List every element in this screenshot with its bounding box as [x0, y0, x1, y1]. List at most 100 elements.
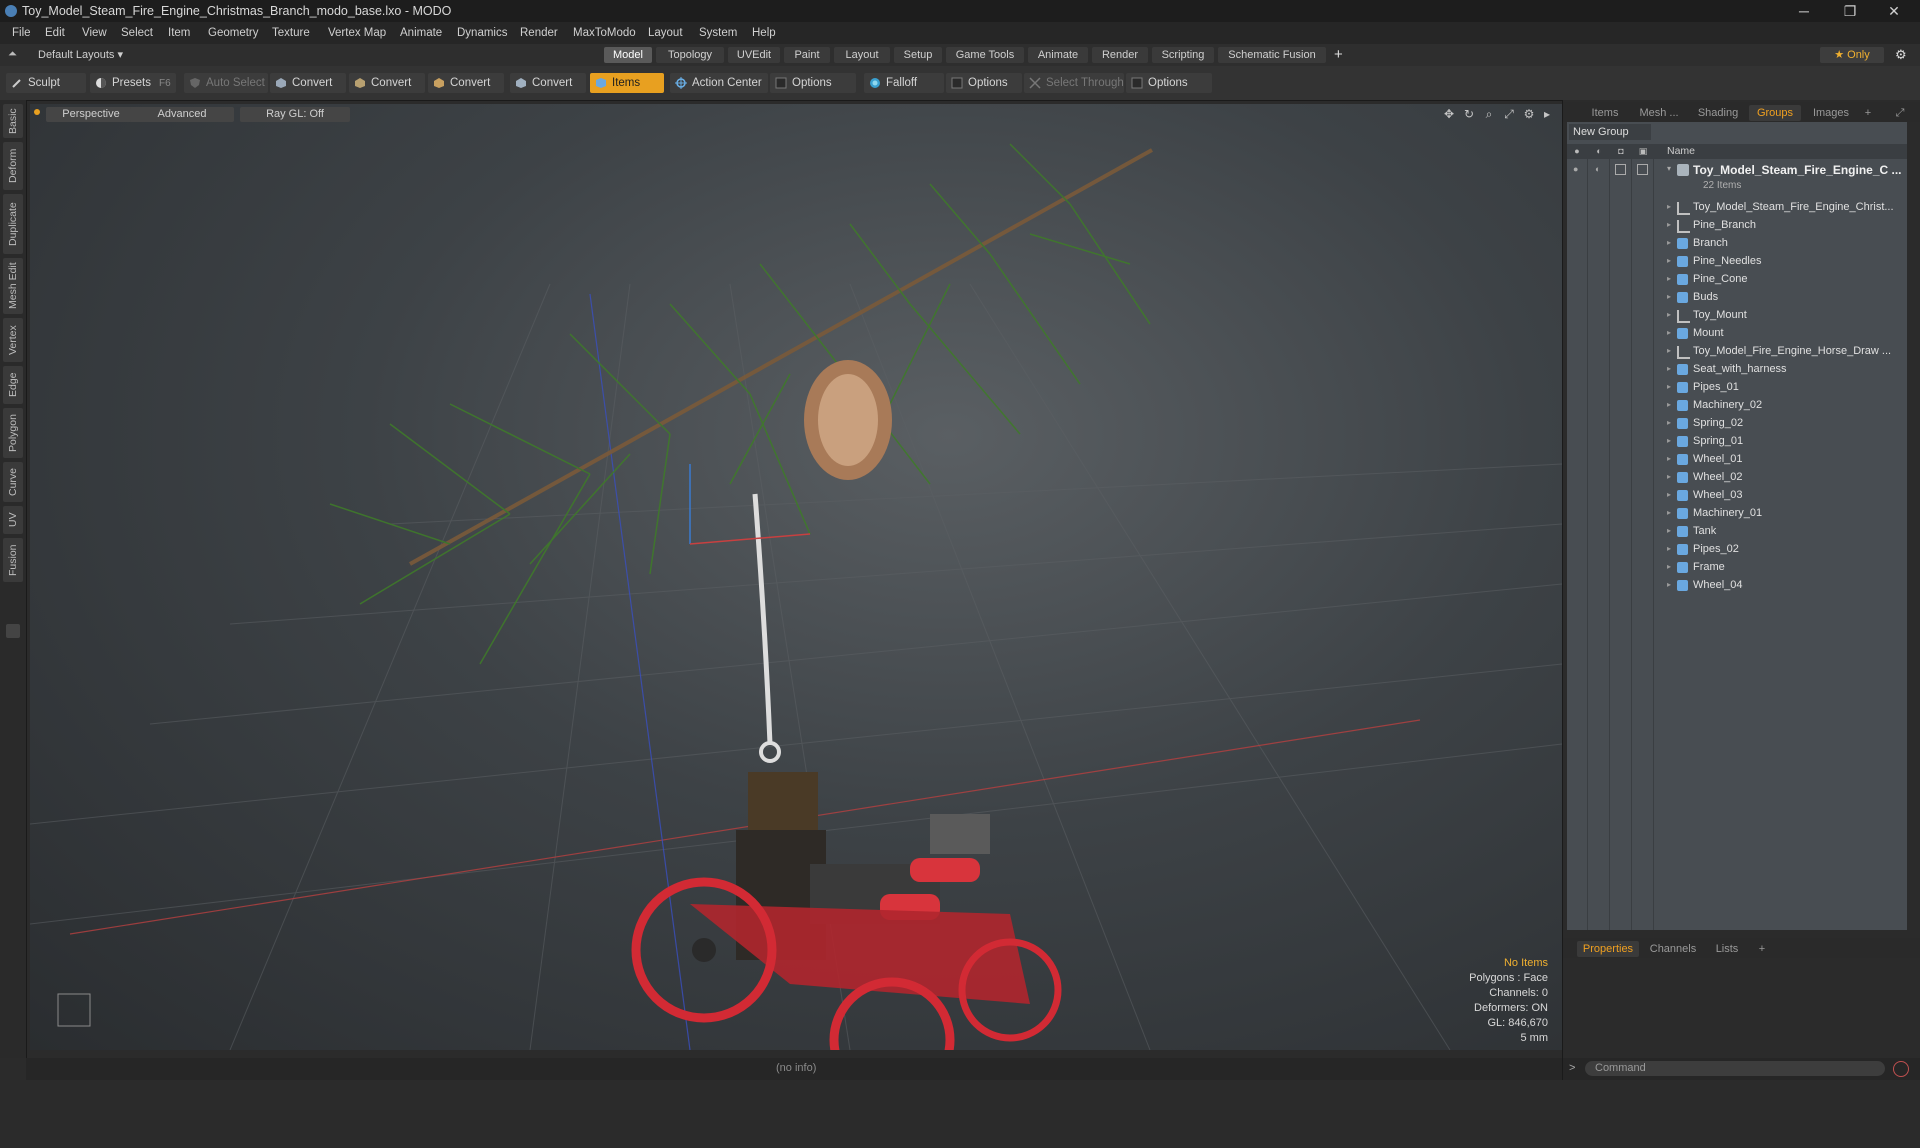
list-item[interactable]: ▸ Wheel_04: [1667, 576, 1903, 594]
tab-schematic-fusion[interactable]: Schematic Fusion: [1218, 47, 1326, 63]
pan-icon[interactable]: ✥: [1442, 107, 1456, 121]
panel-maximize-icon[interactable]: ⤢: [1893, 105, 1907, 121]
list-item[interactable]: ▸ Pipes_02: [1667, 540, 1903, 558]
tab-groups[interactable]: Groups: [1749, 105, 1801, 121]
layout-toggle-icon[interactable]: ⏶: [8, 48, 17, 61]
menu-geometry[interactable]: Geometry: [208, 27, 259, 39]
close-button[interactable]: ✕: [1874, 2, 1914, 20]
list-item[interactable]: ▸ Mount: [1667, 324, 1903, 342]
list-item[interactable]: ▸ Toy_Model_Steam_Fire_Engine_Christ...: [1667, 198, 1903, 216]
tab-layout[interactable]: Layout: [834, 47, 890, 63]
list-item[interactable]: ▸ Spring_02: [1667, 414, 1903, 432]
expand-arrow-icon[interactable]: ▸: [1667, 576, 1671, 594]
expand-arrow-icon[interactable]: ▸: [1667, 414, 1671, 432]
options-button-2[interactable]: Options: [946, 73, 1022, 93]
list-item[interactable]: ▸ Toy_Model_Fire_Engine_Horse_Draw ...: [1667, 342, 1903, 360]
tab-shading[interactable]: Shading: [1691, 105, 1745, 121]
zoom-icon[interactable]: ⌕: [1482, 107, 1496, 121]
only-toggle[interactable]: ★ Only: [1820, 47, 1884, 63]
raygl-toggle[interactable]: Ray GL: Off: [240, 107, 350, 122]
expand-arrow-icon[interactable]: ▸: [1667, 432, 1671, 450]
list-item[interactable]: ▸ Pine_Cone: [1667, 270, 1903, 288]
tab-scripting[interactable]: Scripting: [1152, 47, 1214, 63]
list-item[interactable]: ▸ Wheel_02: [1667, 468, 1903, 486]
list-item[interactable]: ▸ Buds: [1667, 288, 1903, 306]
tab-game-tools[interactable]: Game Tools: [946, 47, 1024, 63]
maximize-icon[interactable]: ⤢: [1502, 107, 1516, 121]
tab-render[interactable]: Render: [1092, 47, 1148, 63]
menu-texture[interactable]: Texture: [272, 27, 310, 39]
tab-curve[interactable]: Curve: [3, 462, 23, 502]
expand-arrow-icon[interactable]: ▸: [1667, 306, 1671, 324]
expand-arrow-icon[interactable]: ▸: [1667, 252, 1671, 270]
menu-render[interactable]: Render: [520, 27, 558, 39]
list-item[interactable]: ▸ Machinery_01: [1667, 504, 1903, 522]
expand-arrow-icon[interactable]: ▸: [1667, 468, 1671, 486]
expand-arrow-icon[interactable]: ▸: [1667, 198, 1671, 216]
expand-arrow-icon[interactable]: ▸: [1667, 378, 1671, 396]
expand-arrow-icon[interactable]: ▸: [1667, 360, 1671, 378]
tab-mesh-edit[interactable]: Mesh Edit: [3, 258, 23, 314]
menu-select[interactable]: Select: [121, 27, 153, 39]
tab-lists[interactable]: Lists: [1707, 941, 1747, 957]
group-select-checkbox[interactable]: [1637, 164, 1648, 175]
tab-animate[interactable]: Animate: [1028, 47, 1088, 63]
select-icon[interactable]: ▣: [1637, 146, 1649, 157]
perspective-dropdown[interactable]: Perspective: [46, 107, 136, 122]
menu-layout[interactable]: Layout: [648, 27, 683, 39]
tab-fusion[interactable]: Fusion: [3, 538, 23, 582]
tab-polygon[interactable]: Polygon: [3, 408, 23, 458]
list-item[interactable]: ▸ Frame: [1667, 558, 1903, 576]
visibility-icon[interactable]: ●: [1571, 146, 1583, 157]
convert-button-4[interactable]: Convert: [510, 73, 586, 93]
command-input[interactable]: Command: [1585, 1061, 1885, 1076]
menu-dynamics[interactable]: Dynamics: [457, 27, 507, 39]
action-center-button[interactable]: Action Center: [670, 73, 768, 93]
menu-animate[interactable]: Animate: [400, 27, 442, 39]
group-render-icon[interactable]: ◐: [1595, 164, 1600, 174]
expand-arrow-icon[interactable]: ▸: [1667, 216, 1671, 234]
list-item[interactable]: ▸ Machinery_02: [1667, 396, 1903, 414]
shading-dropdown[interactable]: Advanced: [130, 107, 234, 122]
viewport-gear-icon[interactable]: ⚙: [1522, 107, 1536, 121]
group-lock-checkbox[interactable]: [1615, 164, 1626, 175]
menu-item[interactable]: Item: [168, 27, 190, 39]
list-item[interactable]: ▸ Pipes_01: [1667, 378, 1903, 396]
minimize-button[interactable]: ─: [1784, 2, 1824, 20]
new-group-button[interactable]: New Group: [1569, 124, 1651, 140]
menu-vertex-map[interactable]: Vertex Map: [328, 27, 386, 39]
lock-icon[interactable]: ◘: [1615, 146, 1627, 157]
menu-edit[interactable]: Edit: [45, 27, 65, 39]
tab-topology[interactable]: Topology: [656, 47, 724, 63]
options-button-1[interactable]: Options: [770, 73, 856, 93]
menu-file[interactable]: File: [12, 27, 31, 39]
tab-duplicate[interactable]: Duplicate: [3, 194, 23, 254]
tab-uvedit[interactable]: UVEdit: [728, 47, 780, 63]
panel-toggle-button[interactable]: [6, 624, 20, 638]
expand-arrow-icon[interactable]: ▸: [1667, 504, 1671, 522]
render-icon[interactable]: ◐: [1593, 146, 1605, 157]
viewport-menu-arrow-icon[interactable]: ▸: [1540, 107, 1554, 121]
3d-viewport[interactable]: Perspective Advanced Ray GL: Off ✥ ↻ ⌕ ⤢…: [30, 104, 1562, 1050]
expand-arrow-icon[interactable]: ▸: [1667, 522, 1671, 540]
tab-channels[interactable]: Channels: [1645, 941, 1701, 957]
items-mode-button[interactable]: Items: [590, 73, 664, 93]
list-item[interactable]: ▸ Seat_with_harness: [1667, 360, 1903, 378]
tab-properties[interactable]: Properties: [1577, 941, 1639, 957]
group-root[interactable]: ▾ Toy_Model_Steam_Fire_Engine_C ...: [1667, 162, 1903, 180]
convert-button-2[interactable]: Convert: [349, 73, 425, 93]
expand-arrow-icon[interactable]: ▸: [1667, 270, 1671, 288]
group-visibility-eye-icon[interactable]: ●: [1573, 164, 1578, 174]
menu-view[interactable]: View: [82, 27, 107, 39]
falloff-button[interactable]: Falloff: [864, 73, 944, 93]
menu-help[interactable]: Help: [752, 27, 776, 39]
expand-arrow-icon[interactable]: ▸: [1667, 324, 1671, 342]
auto-select-button[interactable]: Auto Select: [184, 73, 268, 93]
list-item[interactable]: ▸ Tank: [1667, 522, 1903, 540]
tab-model[interactable]: Model: [604, 47, 652, 63]
collapse-arrow-icon[interactable]: ▾: [1667, 164, 1671, 173]
select-through-button[interactable]: Select Through: [1024, 73, 1124, 93]
list-item[interactable]: ▸ Wheel_01: [1667, 450, 1903, 468]
tab-paint[interactable]: Paint: [784, 47, 830, 63]
command-history-icon[interactable]: [1893, 1061, 1909, 1077]
